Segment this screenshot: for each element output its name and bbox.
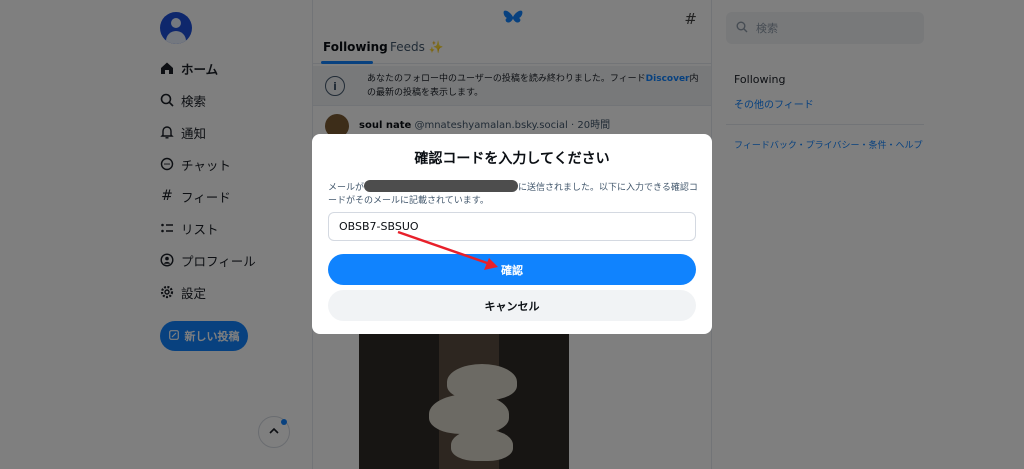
dialog-description: メールが に送信されました。以下に入力できる確認コードがそのメールに記載されていま… (328, 180, 698, 208)
redacted-email (364, 180, 519, 192)
verification-code-dialog: 確認コードを入力してください メールが に送信されました。以下に入力できる確認コー… (312, 134, 712, 334)
cancel-button[interactable]: キャンセル (328, 290, 696, 321)
dialog-title: 確認コードを入力してください (414, 151, 610, 167)
verification-code-input[interactable] (328, 212, 696, 241)
confirm-button[interactable]: 確認 (328, 254, 696, 285)
